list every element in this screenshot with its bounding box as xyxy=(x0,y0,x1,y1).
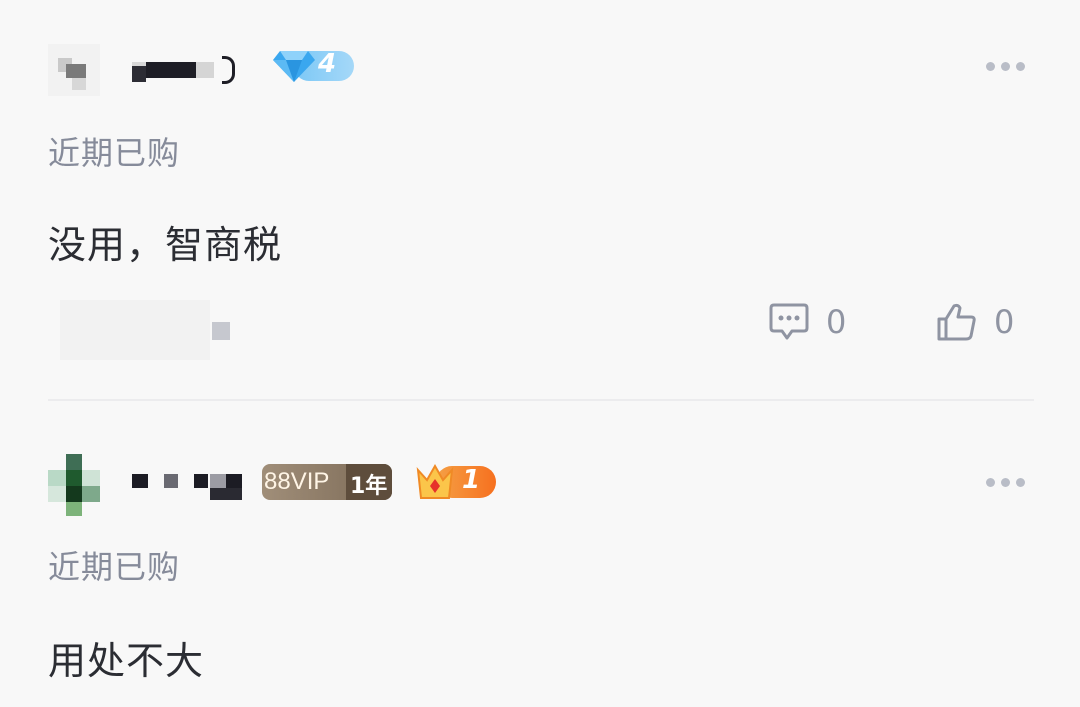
more-dots-icon xyxy=(986,62,995,71)
recent-purchase-label: 近期已购 xyxy=(48,134,181,172)
more-options-button[interactable] xyxy=(986,62,1025,71)
more-dots-icon xyxy=(986,478,995,487)
crown-icon xyxy=(416,463,454,499)
user-avatar[interactable] xyxy=(48,44,100,96)
review-comment: 用处不大 xyxy=(48,639,205,683)
vip-badge: 88VIP 1年 xyxy=(262,464,392,500)
diamond-icon xyxy=(273,51,315,82)
review-comment: 没用，智商税 xyxy=(48,223,283,267)
reply-button[interactable]: 0 xyxy=(768,302,846,342)
review-item: 88VIP 1年 1 近期已购 用处不大 xyxy=(0,402,1080,707)
review-divider xyxy=(48,399,1034,401)
reply-count: 0 xyxy=(826,303,847,341)
like-button[interactable]: 0 xyxy=(936,302,1014,342)
like-count: 0 xyxy=(994,303,1015,341)
thumbs-up-icon xyxy=(937,303,976,341)
review-item: 4 近期已购 没用，智商税 0 0 xyxy=(0,0,1080,400)
user-level-badge: 4 xyxy=(272,47,356,85)
comment-bubble-icon xyxy=(769,303,809,340)
crown-level-badge: 1 xyxy=(414,462,498,502)
username-redacted[interactable] xyxy=(126,52,246,88)
more-options-button[interactable] xyxy=(986,478,1025,487)
user-avatar[interactable] xyxy=(48,454,114,518)
recent-purchase-label: 近期已购 xyxy=(48,548,181,586)
redacted-mosaic xyxy=(212,322,230,340)
username-redacted[interactable] xyxy=(128,468,248,508)
